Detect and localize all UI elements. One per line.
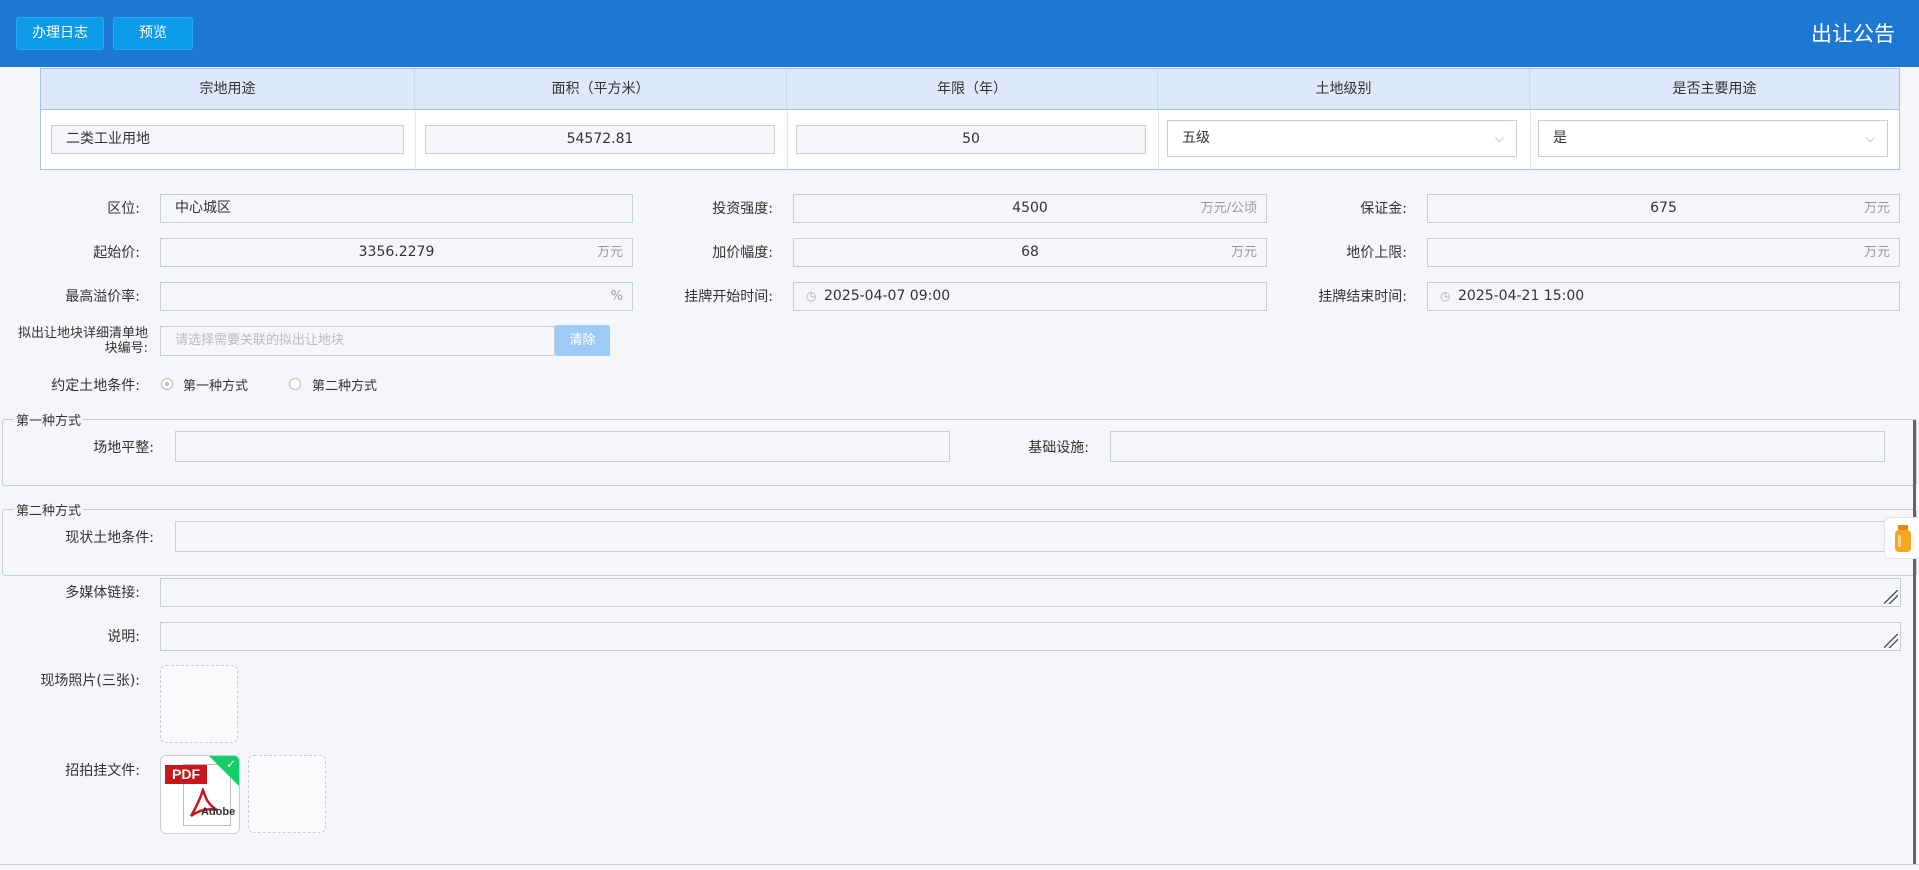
- start-price-input[interactable]: 3356.2279 万元: [160, 238, 633, 267]
- listing-end-picker[interactable]: ◷ 2025-04-21 15:00: [1427, 282, 1900, 311]
- table-header-is-main: 是否主要用途: [1530, 69, 1899, 109]
- area-value: 54572.81: [566, 131, 634, 147]
- investment-label: 投资强度:: [712, 201, 773, 217]
- table-cell-divider: [415, 110, 416, 170]
- multimedia-label: 多媒体链接:: [65, 585, 140, 601]
- price-cap-unit: 万元: [1863, 245, 1890, 260]
- pdf-badge: PDF: [165, 765, 207, 784]
- site-leveling-label: 场地平整:: [93, 440, 154, 456]
- listing-end-label: 挂牌结束时间:: [1318, 289, 1407, 305]
- adobe-brand-text: Adobe: [201, 806, 236, 818]
- listing-end-value: 2025-04-21 15:00: [1458, 288, 1585, 304]
- investment-value: 4500: [1012, 200, 1048, 216]
- price-cap-label: 地价上限:: [1346, 245, 1407, 261]
- parcel-list-label-line1: 拟出让地块详细清单地: [17, 326, 148, 341]
- parcel-list-input[interactable]: 请选择需要关联的拟出让地块: [160, 326, 555, 356]
- table-header-usage: 宗地用途: [41, 69, 415, 109]
- increment-label: 加价幅度:: [712, 245, 773, 261]
- method2-legend: 第二种方式: [14, 500, 84, 519]
- resize-handle-icon[interactable]: [1884, 634, 1898, 648]
- increment-value: 68: [1021, 244, 1039, 260]
- area-input[interactable]: 54572.81: [425, 125, 775, 154]
- listing-start-value: 2025-04-07 09:00: [824, 288, 951, 304]
- land-condition-label: 约定土地条件:: [51, 378, 140, 394]
- handling-log-button[interactable]: 办理日志: [16, 17, 104, 50]
- investment-input[interactable]: 4500 万元/公顷: [793, 194, 1267, 223]
- max-premium-label: 最高溢价率:: [65, 289, 140, 305]
- floating-helper-widget[interactable]: [1884, 517, 1919, 559]
- usage-input[interactable]: 二类工业用地: [51, 125, 404, 154]
- site-leveling-input[interactable]: [175, 431, 950, 462]
- is-main-value: 是: [1553, 130, 1567, 146]
- years-value: 50: [962, 131, 980, 147]
- method2-radio-label[interactable]: 第二种方式: [312, 375, 377, 394]
- multimedia-textarea[interactable]: [160, 578, 1901, 607]
- parcel-list-placeholder: 请选择需要关联的拟出让地块: [175, 333, 345, 348]
- years-input[interactable]: 50: [796, 125, 1146, 154]
- auction-file-label: 招拍挂文件:: [65, 763, 140, 779]
- start-price-unit: 万元: [596, 245, 623, 260]
- price-cap-input[interactable]: 万元: [1427, 238, 1900, 267]
- parcel-list-label: 拟出让地块详细清单地 块编号:: [0, 326, 148, 356]
- pdf-file-thumbnail[interactable]: PDF Adobe ✓: [160, 755, 240, 834]
- usage-value: 二类工业用地: [66, 131, 150, 147]
- table-cell-divider: [1530, 110, 1531, 170]
- table-divider: [41, 109, 1899, 110]
- parcel-list-label-line2: 块编号:: [104, 341, 148, 356]
- current-condition-label: 现状土地条件:: [65, 530, 154, 546]
- page-bottom-divider: [0, 864, 1919, 865]
- start-price-label: 起始价:: [93, 245, 140, 261]
- clock-icon: ◷: [1440, 289, 1451, 303]
- auction-file-upload-area[interactable]: [248, 755, 326, 833]
- increment-unit: 万元: [1230, 245, 1257, 260]
- table-cell-divider: [787, 110, 788, 170]
- infrastructure-label: 基础设施:: [1028, 440, 1089, 456]
- deposit-value: 675: [1650, 200, 1677, 216]
- photo-upload-area[interactable]: [160, 665, 238, 743]
- table-header-area: 面积（平方米）: [415, 69, 787, 109]
- description-textarea[interactable]: [160, 622, 1901, 651]
- grade-value: 五级: [1182, 130, 1210, 146]
- chevron-down-icon: ⌵: [1865, 131, 1875, 145]
- listing-start-picker[interactable]: ◷ 2025-04-07 09:00: [793, 282, 1267, 311]
- clock-icon: ◷: [806, 289, 817, 303]
- deposit-input[interactable]: 675 万元: [1427, 194, 1900, 223]
- grade-select[interactable]: 五级 ⌵: [1167, 120, 1517, 157]
- clear-button[interactable]: 清除: [555, 325, 610, 356]
- table-header-years: 年限（年）: [787, 69, 1158, 109]
- jar-icon: [1895, 525, 1911, 552]
- is-main-select[interactable]: 是 ⌵: [1538, 120, 1888, 157]
- max-premium-unit: %: [610, 289, 623, 304]
- location-value: 中心城区: [175, 200, 231, 216]
- max-premium-input[interactable]: %: [160, 282, 633, 311]
- investment-unit: 万元/公顷: [1200, 201, 1257, 216]
- table-header-grade: 土地级别: [1158, 69, 1530, 109]
- deposit-label: 保证金:: [1360, 201, 1407, 217]
- photos-label: 现场照片(三张):: [40, 673, 140, 689]
- method1-radio-label[interactable]: 第一种方式: [183, 375, 248, 394]
- top-toolbar: 办理日志 预览 出让公告: [0, 0, 1919, 67]
- method2-radio[interactable]: [289, 378, 301, 390]
- method1-legend: 第一种方式: [14, 410, 84, 429]
- page-title: 出让公告: [1811, 22, 1895, 46]
- current-condition-input[interactable]: [175, 521, 1885, 552]
- resize-handle-icon[interactable]: [1884, 590, 1898, 604]
- chevron-down-icon: ⌵: [1494, 131, 1504, 145]
- preview-button[interactable]: 预览: [113, 17, 193, 50]
- location-label: 区位:: [107, 201, 140, 217]
- description-label: 说明:: [107, 629, 140, 645]
- listing-start-label: 挂牌开始时间:: [684, 289, 773, 305]
- increment-input[interactable]: 68 万元: [793, 238, 1267, 267]
- method1-radio[interactable]: [161, 378, 173, 390]
- location-input[interactable]: 中心城区: [160, 194, 633, 223]
- infrastructure-input[interactable]: [1110, 431, 1885, 462]
- table-cell-divider: [1158, 110, 1159, 170]
- check-icon: ✓: [225, 757, 236, 771]
- deposit-unit: 万元: [1863, 201, 1890, 216]
- scrollbar[interactable]: [1913, 420, 1916, 865]
- start-price-value: 3356.2279: [358, 244, 435, 260]
